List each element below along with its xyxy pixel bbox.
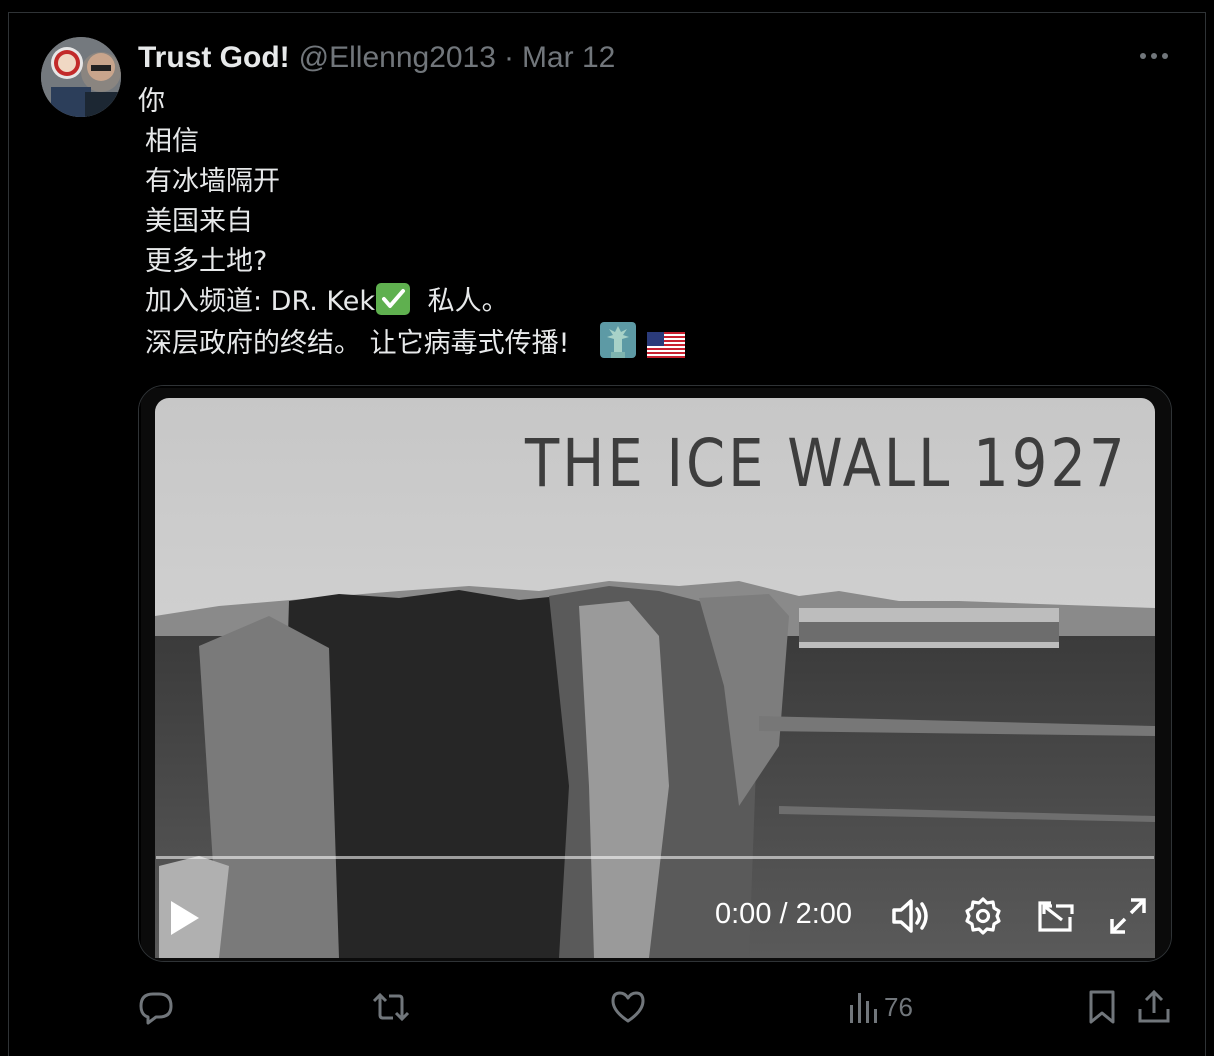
tweet-line: 美国来自 <box>145 206 253 237</box>
tweet-line: 更多土地? <box>145 246 268 277</box>
tweet-line: 你 <box>138 86 165 117</box>
reply-icon <box>139 992 173 1025</box>
author-name[interactable]: Trust God! <box>138 41 290 75</box>
picture-in-picture-icon <box>1038 901 1074 932</box>
reply-button[interactable] <box>138 987 174 1027</box>
avatar[interactable] <box>41 37 121 117</box>
views-count: 76 <box>884 991 913 1022</box>
video-player[interactable]: THE ICE WALL 1927 0:00 / 2:00 <box>138 385 1172 962</box>
bookmark-icon <box>1089 990 1115 1024</box>
like-button[interactable] <box>609 987 647 1027</box>
post-date[interactable]: Mar 12 <box>522 41 615 75</box>
volume-icon <box>892 899 928 933</box>
fullscreen-button[interactable] <box>1106 894 1150 938</box>
repost-icon <box>372 992 410 1022</box>
views-icon <box>850 993 877 1023</box>
views-button[interactable]: 76 <box>848 987 913 1027</box>
channel-text: 加入频道: DR. Kek <box>145 286 376 317</box>
tweet-text: 你 相信 有冰墙隔开 美国来自 更多土地? 加入频道: DR. Kek 私人。 … <box>138 82 685 362</box>
bookmark-button[interactable] <box>1086 987 1118 1027</box>
tweet-header: Trust God! @Ellenng2013 · Mar 12 <box>138 40 615 76</box>
picture-in-picture-button[interactable] <box>1034 894 1078 938</box>
video-overlay-title: THE ICE WALL 1927 <box>525 426 1128 503</box>
volume-button[interactable] <box>889 894 933 938</box>
share-button[interactable] <box>1136 987 1172 1027</box>
share-icon <box>1138 989 1170 1023</box>
us-flag-emoji-icon <box>646 330 685 370</box>
tweet-line-final: 深层政府的终结。 让它病毒式传播! <box>138 322 685 362</box>
avatar-image <box>41 37 121 117</box>
heart-icon <box>611 991 645 1023</box>
play-button[interactable] <box>165 895 205 941</box>
tweet-line: 有冰墙隔开 <box>145 166 280 197</box>
more-icon <box>1140 53 1168 59</box>
repost-button[interactable] <box>371 987 411 1027</box>
play-icon <box>171 901 199 935</box>
author-handle[interactable]: @Ellenng2013 <box>299 41 496 75</box>
more-options-button[interactable] <box>1136 44 1172 68</box>
statue-of-liberty-emoji-icon <box>600 322 636 370</box>
private-text: 私人。 <box>427 286 509 317</box>
video-progress-bar[interactable] <box>156 856 1154 859</box>
tweet-line-channel: 加入频道: DR. Kek 私人。 <box>138 282 685 322</box>
settings-button[interactable] <box>961 894 1005 938</box>
separator-dot: · <box>503 41 514 74</box>
gear-icon <box>965 897 1001 935</box>
video-time: 0:00 / 2:00 <box>715 898 853 930</box>
final-text: 深层政府的终结。 让它病毒式传播! <box>145 328 570 359</box>
fullscreen-icon <box>1110 898 1146 934</box>
tweet-line: 相信 <box>145 126 199 157</box>
